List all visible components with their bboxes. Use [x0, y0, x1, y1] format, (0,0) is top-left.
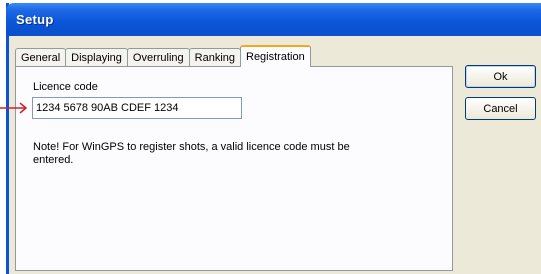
tab-displaying[interactable]: Displaying	[65, 48, 128, 67]
tab-overruling[interactable]: Overruling	[126, 48, 190, 67]
tab-general[interactable]: General	[15, 48, 67, 67]
tab-registration[interactable]: Registration	[240, 45, 311, 67]
tab-ranking[interactable]: Ranking	[188, 48, 241, 67]
licence-code-input[interactable]	[32, 97, 242, 119]
arrow-right-icon	[0, 102, 28, 114]
registration-note: Note! For WinGPS to register shots, a va…	[33, 141, 350, 166]
licence-code-label: Licence code	[33, 81, 98, 93]
setup-dialog: Setup General Displaying Overruling Rank…	[6, 3, 541, 274]
ok-button[interactable]: Ok	[465, 65, 536, 88]
cancel-button[interactable]: Cancel	[465, 97, 536, 120]
registration-panel: Licence code Note! For WinGPS to registe…	[15, 66, 453, 271]
title-bar[interactable]: Setup	[6, 3, 541, 36]
window-title: Setup	[16, 12, 54, 27]
tab-strip: General Displaying Overruling Ranking Re…	[15, 45, 311, 67]
